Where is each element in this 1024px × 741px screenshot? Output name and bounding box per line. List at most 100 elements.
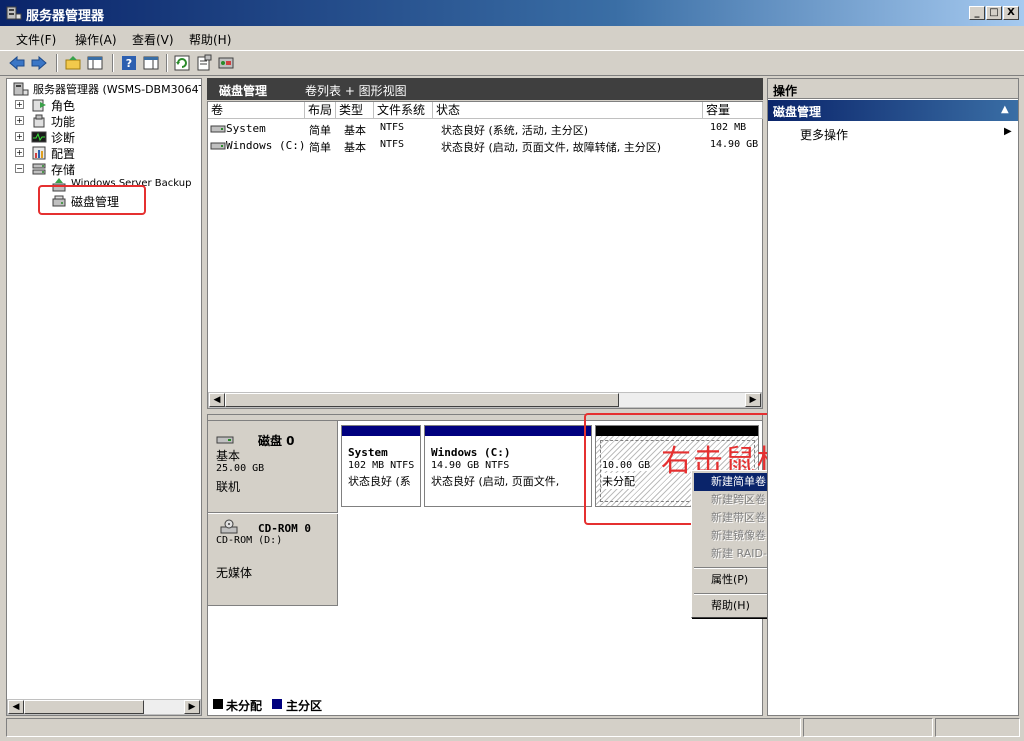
up-folder-icon[interactable] <box>64 54 82 72</box>
column-header-capacity[interactable]: 容量 <box>703 102 763 119</box>
configuration-icon <box>32 146 46 160</box>
cell-layout: 简单 <box>309 124 331 137</box>
menu-view[interactable]: 查看(V) <box>132 31 174 48</box>
toolbar-separator <box>112 54 114 72</box>
hard-disk-icon <box>216 436 234 444</box>
forward-arrow-icon[interactable] <box>30 54 48 72</box>
menu-help[interactable]: 帮助(H) <box>189 31 231 48</box>
tree-item-label: 角色 <box>51 99 76 113</box>
tree-item-configuration[interactable]: + 配置 <box>7 145 201 161</box>
column-header-filesystem[interactable]: 文件系统 <box>374 102 433 119</box>
show-hide-action-pane-icon[interactable] <box>142 54 160 72</box>
disk-settings-icon[interactable] <box>217 54 235 72</box>
server-manager-icon <box>6 6 22 20</box>
toolbar: ? <box>0 50 1024 76</box>
scroll-thumb[interactable] <box>225 393 619 407</box>
actions-section-title: 磁盘管理 <box>773 105 822 119</box>
close-button[interactable]: X <box>1003 6 1019 20</box>
disk-name: CD-ROM 0 <box>258 522 311 535</box>
partition-system[interactable]: System 102 MB NTFS 状态良好 (系 <box>341 425 421 507</box>
cell-status: 状态良好 (系统, 活动, 主分区) <box>441 124 589 137</box>
title-bar[interactable]: 服务器管理器 _ □ X <box>0 0 1024 26</box>
refresh-icon[interactable] <box>173 54 191 72</box>
table-row[interactable]: Windows (C:) 简单 基本 NTFS 状态良好 (启动, 页面文件, … <box>208 138 762 154</box>
roles-icon <box>32 99 46 112</box>
disk-size: 25.00 GB <box>216 463 265 474</box>
disk-status: 联机 <box>216 480 241 494</box>
svg-text:?: ? <box>126 57 132 70</box>
maximize-button[interactable]: □ <box>986 6 1002 20</box>
back-arrow-icon[interactable] <box>8 54 26 72</box>
help-icon[interactable]: ? <box>120 54 138 72</box>
volume-icon <box>210 125 226 133</box>
actions-pane: 操作 磁盘管理 ▲ 更多操作 ▶ <box>767 78 1019 716</box>
show-hide-tree-icon[interactable] <box>86 54 104 72</box>
expand-toggle[interactable]: + <box>15 132 24 141</box>
scroll-left-button[interactable]: ◀ <box>8 700 24 714</box>
column-header-layout[interactable]: 布局 <box>305 102 336 119</box>
status-bar-main <box>6 718 801 737</box>
disk-0-label[interactable]: 磁盘 0 基本 25.00 GB 联机 <box>208 421 338 513</box>
disk-type: 基本 <box>216 449 241 463</box>
cell-filesystem: NTFS <box>380 139 405 150</box>
minimize-button[interactable]: _ <box>969 6 985 20</box>
legend-label: 未分配 <box>226 699 263 713</box>
features-icon <box>33 114 45 128</box>
tree-item-features[interactable]: + 功能 <box>7 113 201 129</box>
volume-list[interactable]: 卷 布局 类型 文件系统 状态 容量 System 简单 基本 NTFS 状态良… <box>207 101 763 409</box>
cdrom-0-label[interactable]: CD-ROM 0 CD-ROM (D:) 无媒体 <box>208 514 338 606</box>
partition-bar <box>342 426 420 436</box>
column-header-volume[interactable]: 卷 <box>208 102 305 119</box>
scroll-right-button[interactable]: ▶ <box>745 393 761 407</box>
collapse-toggle[interactable]: − <box>15 164 24 173</box>
expand-toggle[interactable]: + <box>15 148 24 157</box>
scroll-thumb[interactable] <box>24 700 144 714</box>
tree-item-label: 诊断 <box>51 131 76 145</box>
cell-status: 状态良好 (启动, 页面文件, 故障转储, 主分区) <box>441 141 662 154</box>
tree-item-root[interactable]: 服务器管理器 (WSMS-DBM3064TM <box>7 81 202 97</box>
action-more-actions[interactable]: 更多操作 ▶ <box>768 125 1018 143</box>
center-pane-header: 磁盘管理 卷列表 + 图形视图 <box>207 78 763 100</box>
tree-item-label: 服务器管理器 (WSMS-DBM3064TM <box>33 83 202 96</box>
legend-swatch-unallocated <box>213 699 223 709</box>
menu-bar: 文件(F) 操作(A) 查看(V) 帮助(H) <box>0 27 1024 49</box>
tree-item-label: 配置 <box>51 147 76 161</box>
properties-icon[interactable] <box>195 54 213 72</box>
scroll-right-button[interactable]: ▶ <box>184 700 200 714</box>
volume-list-horizontal-scrollbar[interactable]: ◀ ▶ <box>208 392 762 408</box>
partition-windows-c[interactable]: Windows (C:) 14.90 GB NTFS 状态良好 (启动, 页面文… <box>424 425 592 507</box>
tree-item-diagnostics[interactable]: + 诊断 <box>7 129 201 145</box>
disk-status: 无媒体 <box>216 566 253 580</box>
actions-section-header[interactable]: 磁盘管理 ▲ <box>768 100 1018 121</box>
table-row[interactable]: System 简单 基本 NTFS 状态良好 (系统, 活动, 主分区) 102… <box>208 121 762 137</box>
tree-horizontal-scrollbar[interactable]: ◀ ▶ <box>7 699 201 715</box>
legend-swatch-primary <box>272 699 282 709</box>
cell-layout: 简单 <box>309 141 331 154</box>
cell-type: 基本 <box>344 124 366 137</box>
annotation-highlight-disk-management <box>38 185 146 215</box>
menu-file[interactable]: 文件(F) <box>16 31 56 48</box>
tree-item-roles[interactable]: + 角色 <box>7 97 201 113</box>
expand-toggle[interactable]: + <box>15 116 24 125</box>
tree-item-storage[interactable]: − 存储 <box>7 161 201 177</box>
collapse-up-icon[interactable]: ▲ <box>1001 104 1009 115</box>
legend: 未分配 主分区 <box>208 693 762 715</box>
partition-name: System <box>348 446 388 459</box>
storage-icon <box>32 163 46 175</box>
column-header-status[interactable]: 状态 <box>433 102 703 119</box>
menu-action[interactable]: 操作(A) <box>75 31 117 48</box>
cell-capacity: 14.90 GB <box>710 139 759 150</box>
partition-bar <box>425 426 591 436</box>
view-label: 卷列表 + 图形视图 <box>305 84 407 98</box>
partition-status: 状态良好 (启动, 页面文件, <box>431 475 560 488</box>
toolbar-separator <box>56 54 58 72</box>
actions-header: 操作 <box>768 79 1018 99</box>
legend-label: 主分区 <box>286 699 323 713</box>
column-header-type[interactable]: 类型 <box>336 102 374 119</box>
partition-name: Windows (C:) <box>431 446 511 459</box>
tree-item-label: 功能 <box>51 115 76 129</box>
center-pane-title: 磁盘管理 <box>219 84 268 98</box>
scroll-left-button[interactable]: ◀ <box>209 393 225 407</box>
expand-toggle[interactable]: + <box>15 100 24 109</box>
navigation-tree[interactable]: 服务器管理器 (WSMS-DBM3064TM + 角色 + 功能 + 诊断 + … <box>6 78 202 716</box>
